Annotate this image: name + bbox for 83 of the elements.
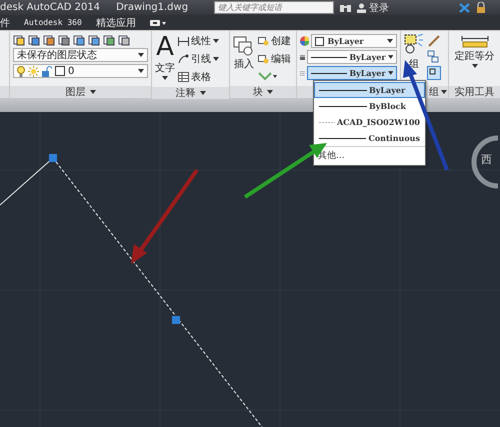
text-button[interactable]: A 文字 [155,34,175,84]
layer-tool-icon[interactable] [13,34,25,46]
annotation-tool-button[interactable]: 线性 [178,34,219,48]
block-icon [258,54,269,64]
block-tool-button[interactable]: 创建 [258,34,291,48]
block-icon [258,36,269,46]
search-field[interactable]: 键入关键字或短语 [214,1,334,14]
viewcube-label[interactable]: 西 [481,152,492,167]
grip-handle[interactable] [49,154,57,162]
linetype-option[interactable]: Continuous [314,130,425,146]
layer-tool-icon[interactable] [103,34,115,46]
panel-title[interactable]: 图层 [66,85,86,99]
caret-icon [138,69,144,73]
menu-item[interactable]: Autodesk 360 [24,18,82,27]
block-attribute-icon[interactable] [258,70,278,82]
line-icon [311,56,348,58]
group-edit-icon[interactable] [427,34,441,48]
line-icon [319,104,367,108]
viewcube-ring[interactable] [472,136,498,188]
linetype-option[interactable]: ByBlock [314,98,425,114]
line-icon [319,136,366,140]
layer-tool-icon[interactable] [88,34,100,46]
sun-icon [28,66,39,76]
caret-icon [387,39,393,43]
table-icon [178,72,189,82]
panel-title[interactable]: 块 [253,85,263,99]
lineweight-dropdown[interactable]: ByLayer [307,50,397,64]
caret-icon [388,71,393,75]
lock-icon[interactable] [476,2,486,13]
swatch-icon [315,36,324,46]
caret-icon [472,64,478,68]
file-name: Drawing1.dwg [116,2,188,13]
caret-icon [138,53,144,57]
color-wheel-icon[interactable] [300,36,310,46]
color-swatch-icon [55,66,65,76]
dashed-line-icon [319,120,335,124]
caret-icon [90,90,96,94]
exchange-icon[interactable] [459,2,470,12]
dimension-icon [178,36,189,46]
measure-divide-button[interactable]: 定距等分 [454,34,494,83]
lineweight-icon[interactable] [300,52,305,62]
linetype-option[interactable]: ByLayer [314,82,425,98]
line-icon [311,72,348,74]
caret-icon [213,57,219,61]
insert-block-icon [233,34,255,56]
group-button[interactable]: 组 [404,34,424,83]
lightbulb-icon [17,66,25,76]
layer-tool-icon[interactable] [58,34,70,46]
menu-item[interactable]: 精选应用 [96,16,136,30]
annotation-tool-button[interactable]: 表格 [178,70,219,84]
caret-icon [162,76,168,80]
linetype-option[interactable]: ACAD_ISO02W100 [314,114,425,130]
measure-icon [460,34,488,48]
block-tool-button[interactable]: 编辑 [258,52,291,66]
sign-in-link[interactable]: 登录 [369,0,390,14]
color-dropdown[interactable]: ByLayer [311,34,397,48]
app-title: desk AutoCAD 2014 [0,2,100,13]
unlock-icon [42,66,52,76]
binoculars-icon[interactable] [340,3,352,12]
layer-tool-icon[interactable] [73,34,85,46]
layer-dropdown[interactable]: 0 [13,64,148,78]
insert-button[interactable]: 插入 [233,34,255,83]
caret-icon [267,90,273,94]
line-icon [319,88,367,92]
layer-state-dropdown[interactable]: 未保存的图层状态 [13,48,148,62]
leader-icon [178,54,189,64]
layer-tool-icon[interactable] [28,34,40,46]
linetype-icon[interactable] [300,68,305,78]
caret-icon [388,55,393,59]
group-select-icon[interactable] [427,50,441,64]
caret-icon [213,39,219,43]
annotation-tool-button[interactable]: 引线 [178,52,219,66]
grip-handle[interactable] [172,316,180,324]
caret-icon [200,91,206,95]
linetype-dropdown[interactable]: ByLayer [307,66,397,80]
group-toggle-icon[interactable] [427,66,441,80]
user-icon[interactable] [357,2,366,12]
layer-tool-icon[interactable] [43,34,55,46]
caret-icon [441,90,447,94]
group-icon [404,34,424,56]
menu-item[interactable]: 件 [0,16,10,30]
workspace-icon[interactable] [150,18,166,26]
layer-tool-icon[interactable] [118,34,130,46]
